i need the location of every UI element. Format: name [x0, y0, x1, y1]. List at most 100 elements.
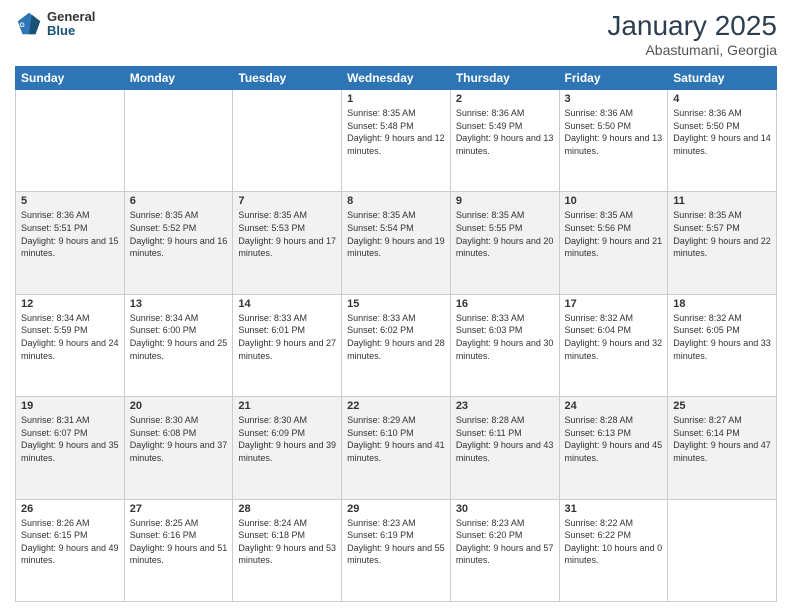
day-number: 14	[238, 298, 336, 310]
day-info: Sunrise: 8:35 AM Sunset: 5:55 PM Dayligh…	[456, 209, 554, 259]
day-info: Sunrise: 8:35 AM Sunset: 5:53 PM Dayligh…	[238, 209, 336, 259]
day-info: Sunrise: 8:36 AM Sunset: 5:50 PM Dayligh…	[565, 107, 663, 157]
weekday-header-saturday: Saturday	[668, 67, 777, 90]
day-cell: 5Sunrise: 8:36 AM Sunset: 5:51 PM Daylig…	[16, 192, 125, 294]
weekday-header-monday: Monday	[124, 67, 233, 90]
day-info: Sunrise: 8:33 AM Sunset: 6:01 PM Dayligh…	[238, 312, 336, 362]
day-number: 28	[238, 503, 336, 515]
day-cell: 6Sunrise: 8:35 AM Sunset: 5:52 PM Daylig…	[124, 192, 233, 294]
day-cell: 24 Sunrise: 8:28 AM Sunset: 6:13 PM Dayli…	[559, 397, 668, 499]
day-info: Sunrise: 8:30 AM Sunset: 6:08 PM Dayligh…	[130, 414, 228, 464]
day-info: Sunrise: 8:35 AM Sunset: 5:56 PM Dayligh…	[565, 209, 663, 259]
day-info: Sunrise: 8:32 AM Sunset: 6:05 PM Dayligh…	[673, 312, 771, 362]
day-number: 30	[456, 503, 554, 515]
day-cell: 25 Sunrise: 8:27 AM Sunset: 6:14 PM Dayli…	[668, 397, 777, 499]
day-cell: 9Sunrise: 8:35 AM Sunset: 5:55 PM Daylig…	[450, 192, 559, 294]
day-number: 18	[673, 298, 771, 310]
day-cell: 16 Sunrise: 8:33 AM Sunset: 6:03 PM Dayli…	[450, 294, 559, 396]
day-number: 16	[456, 298, 554, 310]
weekday-header-row: SundayMondayTuesdayWednesdayThursdayFrid…	[16, 67, 777, 90]
day-number: 1	[347, 93, 445, 105]
day-info: Sunrise: 8:24 AM Sunset: 6:18 PM Dayligh…	[238, 517, 336, 567]
week-row-3: 12 Sunrise: 8:34 AM Sunset: 5:59 PM Dayli…	[16, 294, 777, 396]
week-row-5: 26Sunrise: 8:26 AM Sunset: 6:15 PM Dayli…	[16, 499, 777, 601]
day-info: Sunrise: 8:23 AM Sunset: 6:19 PM Dayligh…	[347, 517, 445, 567]
weekday-header-tuesday: Tuesday	[233, 67, 342, 90]
day-number: 17	[565, 298, 663, 310]
day-cell: 29Sunrise: 8:23 AM Sunset: 6:19 PM Dayli…	[342, 499, 451, 601]
title-area: January 2025 Abastumani, Georgia	[607, 10, 777, 58]
day-cell: 18 Sunrise: 8:32 AM Sunset: 6:05 PM Dayli…	[668, 294, 777, 396]
logo-icon: G	[15, 10, 43, 38]
logo: G General Blue	[15, 10, 95, 39]
day-number: 4	[673, 93, 771, 105]
day-info: Sunrise: 8:30 AM Sunset: 6:09 PM Dayligh…	[238, 414, 336, 464]
day-cell: 31Sunrise: 8:22 AM Sunset: 6:22 PM Dayli…	[559, 499, 668, 601]
day-info: Sunrise: 8:34 AM Sunset: 5:59 PM Dayligh…	[21, 312, 119, 362]
day-cell: 7 Sunrise: 8:35 AM Sunset: 5:53 PM Daylig…	[233, 192, 342, 294]
day-cell: 19 Sunrise: 8:31 AM Sunset: 6:07 PM Dayli…	[16, 397, 125, 499]
day-cell	[124, 90, 233, 192]
day-cell: 12 Sunrise: 8:34 AM Sunset: 5:59 PM Dayli…	[16, 294, 125, 396]
day-cell: 28 Sunrise: 8:24 AM Sunset: 6:18 PM Dayli…	[233, 499, 342, 601]
day-cell	[16, 90, 125, 192]
day-cell: 22Sunrise: 8:29 AM Sunset: 6:10 PM Dayli…	[342, 397, 451, 499]
day-info: Sunrise: 8:25 AM Sunset: 6:16 PM Dayligh…	[130, 517, 228, 567]
day-cell: 14 Sunrise: 8:33 AM Sunset: 6:01 PM Dayli…	[233, 294, 342, 396]
weekday-header-friday: Friday	[559, 67, 668, 90]
logo-general-text: General	[47, 10, 95, 24]
day-number: 10	[565, 195, 663, 207]
day-info: Sunrise: 8:32 AM Sunset: 6:04 PM Dayligh…	[565, 312, 663, 362]
day-number: 25	[673, 400, 771, 412]
day-cell: 2Sunrise: 8:36 AM Sunset: 5:49 PM Daylig…	[450, 90, 559, 192]
day-number: 7	[238, 195, 336, 207]
day-info: Sunrise: 8:36 AM Sunset: 5:51 PM Dayligh…	[21, 209, 119, 259]
day-number: 23	[456, 400, 554, 412]
day-number: 21	[238, 400, 336, 412]
day-number: 6	[130, 195, 228, 207]
day-info: Sunrise: 8:28 AM Sunset: 6:11 PM Dayligh…	[456, 414, 554, 464]
day-cell: 20 Sunrise: 8:30 AM Sunset: 6:08 PM Dayli…	[124, 397, 233, 499]
day-cell: 15Sunrise: 8:33 AM Sunset: 6:02 PM Dayli…	[342, 294, 451, 396]
week-row-4: 19 Sunrise: 8:31 AM Sunset: 6:07 PM Dayli…	[16, 397, 777, 499]
day-info: Sunrise: 8:35 AM Sunset: 5:54 PM Dayligh…	[347, 209, 445, 259]
weekday-header-sunday: Sunday	[16, 67, 125, 90]
day-cell: 10 Sunrise: 8:35 AM Sunset: 5:56 PM Dayli…	[559, 192, 668, 294]
day-info: Sunrise: 8:22 AM Sunset: 6:22 PM Dayligh…	[565, 517, 663, 567]
day-info: Sunrise: 8:31 AM Sunset: 6:07 PM Dayligh…	[21, 414, 119, 464]
week-row-2: 5Sunrise: 8:36 AM Sunset: 5:51 PM Daylig…	[16, 192, 777, 294]
day-number: 11	[673, 195, 771, 207]
day-cell: 8 Sunrise: 8:35 AM Sunset: 5:54 PM Daylig…	[342, 192, 451, 294]
logo-text: General Blue	[47, 10, 95, 39]
day-cell: 21 Sunrise: 8:30 AM Sunset: 6:09 PM Dayli…	[233, 397, 342, 499]
day-number: 3	[565, 93, 663, 105]
day-number: 20	[130, 400, 228, 412]
day-info: Sunrise: 8:33 AM Sunset: 6:02 PM Dayligh…	[347, 312, 445, 362]
calendar-table: SundayMondayTuesdayWednesdayThursdayFrid…	[15, 66, 777, 602]
day-number: 24	[565, 400, 663, 412]
day-info: Sunrise: 8:35 AM Sunset: 5:48 PM Dayligh…	[347, 107, 445, 157]
day-info: Sunrise: 8:34 AM Sunset: 6:00 PM Dayligh…	[130, 312, 228, 362]
day-number: 12	[21, 298, 119, 310]
logo-blue-text: Blue	[47, 24, 95, 38]
week-row-1: 1 Sunrise: 8:35 AM Sunset: 5:48 PM Daylig…	[16, 90, 777, 192]
day-cell: 4 Sunrise: 8:36 AM Sunset: 5:50 PM Daylig…	[668, 90, 777, 192]
day-number: 8	[347, 195, 445, 207]
day-number: 27	[130, 503, 228, 515]
day-cell: 3 Sunrise: 8:36 AM Sunset: 5:50 PM Daylig…	[559, 90, 668, 192]
day-number: 22	[347, 400, 445, 412]
day-info: Sunrise: 8:28 AM Sunset: 6:13 PM Dayligh…	[565, 414, 663, 464]
day-info: Sunrise: 8:33 AM Sunset: 6:03 PM Dayligh…	[456, 312, 554, 362]
day-number: 13	[130, 298, 228, 310]
weekday-header-wednesday: Wednesday	[342, 67, 451, 90]
day-cell: 23 Sunrise: 8:28 AM Sunset: 6:11 PM Dayli…	[450, 397, 559, 499]
day-cell: 26Sunrise: 8:26 AM Sunset: 6:15 PM Dayli…	[16, 499, 125, 601]
day-info: Sunrise: 8:36 AM Sunset: 5:50 PM Dayligh…	[673, 107, 771, 157]
day-cell: 17 Sunrise: 8:32 AM Sunset: 6:04 PM Dayli…	[559, 294, 668, 396]
day-cell: 1 Sunrise: 8:35 AM Sunset: 5:48 PM Daylig…	[342, 90, 451, 192]
day-number: 19	[21, 400, 119, 412]
svg-text:G: G	[20, 22, 25, 29]
day-info: Sunrise: 8:35 AM Sunset: 5:57 PM Dayligh…	[673, 209, 771, 259]
location: Abastumani, Georgia	[607, 42, 777, 58]
day-info: Sunrise: 8:27 AM Sunset: 6:14 PM Dayligh…	[673, 414, 771, 464]
